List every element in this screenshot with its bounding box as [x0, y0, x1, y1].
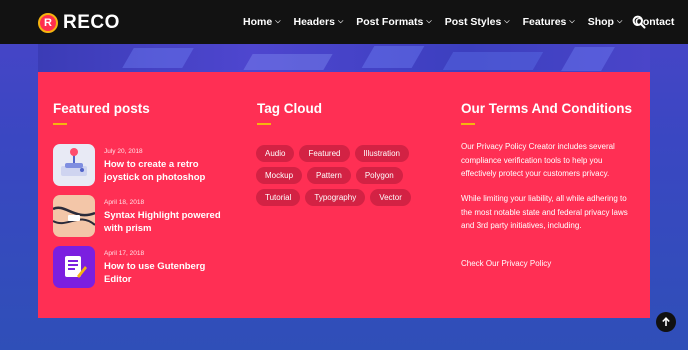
post-title-link[interactable]: Syntax Highlight powered with prism	[104, 209, 229, 235]
nav-label: Shop	[587, 16, 614, 28]
site-logo[interactable]: R RECO	[38, 12, 120, 34]
post-title-link[interactable]: How to use Gutenberg Editor	[104, 260, 229, 286]
tag-link[interactable]: Illustration	[354, 145, 409, 162]
title-underline	[257, 123, 271, 125]
chevron-down-icon: ⌵	[569, 18, 575, 25]
terms-paragraph: Our Privacy Policy Creator includes seve…	[461, 142, 615, 178]
tag-link[interactable]: Audio	[256, 145, 295, 162]
nav-label: Headers	[293, 16, 335, 28]
tag-cloud: Audio Featured Illustration Mockup Patte…	[256, 145, 436, 211]
tag-link[interactable]: Pattern	[307, 167, 351, 184]
tag-link[interactable]: Vector	[370, 189, 411, 206]
terms-title: Our Terms And Conditions	[461, 101, 632, 116]
nav-item-home[interactable]: Home ⌵	[243, 16, 281, 28]
editor-thumbnail[interactable]	[53, 246, 95, 288]
nav-label: Post Formats	[356, 16, 424, 28]
tag-link[interactable]: Featured	[299, 145, 350, 162]
nav-item-post-styles[interactable]: Post Styles ⌵	[445, 16, 510, 28]
footer-widgets: Featured posts July 20, 2018 How to crea…	[38, 72, 650, 318]
chevron-down-icon: ⌵	[426, 18, 432, 25]
chevron-down-icon: ⌵	[275, 18, 281, 25]
nav-item-shop[interactable]: Shop ⌵	[588, 16, 623, 28]
nav-label: Home	[243, 16, 273, 28]
chevron-down-icon: ⌵	[616, 18, 623, 25]
nav-item-features[interactable]: Features ⌵	[523, 16, 575, 28]
logo-text: RECO	[63, 12, 120, 33]
tag-cloud-title: Tag Cloud	[257, 101, 322, 116]
post-date: April 17, 2018	[104, 250, 145, 257]
post-date: July 20, 2018	[104, 148, 143, 155]
arrow-up-icon	[662, 317, 670, 326]
nav-item-post-formats[interactable]: Post Formats ⌵	[356, 16, 431, 28]
main-menu: Home ⌵ Headers ⌵ Post Formats ⌵ Post Styles…	[243, 0, 687, 44]
post-date: April 18, 2018	[104, 199, 145, 206]
featured-posts-title: Featured posts	[53, 101, 150, 116]
featured-post[interactable]: July 20, 2018 How to create a retro joys…	[53, 144, 229, 186]
logo-badge: R	[38, 13, 58, 33]
chevron-down-icon: ⌵	[504, 18, 510, 25]
privacy-policy-link[interactable]: Check Our Privacy Policy	[461, 259, 551, 268]
featured-post[interactable]: April 18, 2018 Syntax Highlight powered …	[53, 195, 229, 237]
tag-link[interactable]: Typography	[305, 189, 366, 206]
featured-post[interactable]: April 17, 2018 How to use Gutenberg Edit…	[53, 246, 229, 288]
title-underline	[53, 123, 67, 125]
tag-link[interactable]: Polygon	[355, 167, 403, 184]
search-icon[interactable]	[632, 15, 646, 29]
cable-thumbnail[interactable]	[53, 195, 95, 237]
joystick-thumbnail[interactable]	[53, 144, 95, 186]
hero-illustration	[38, 44, 650, 74]
nav-item-headers[interactable]: Headers ⌵	[294, 16, 344, 28]
post-title-link[interactable]: How to create a retro joystick on photos…	[104, 158, 229, 184]
title-underline	[461, 123, 475, 125]
chevron-down-icon: ⌵	[337, 18, 344, 25]
tag-link[interactable]: Tutorial	[256, 189, 301, 206]
back-to-top-button[interactable]	[656, 312, 676, 332]
tag-link[interactable]: Mockup	[256, 167, 303, 184]
nav-label: Features	[522, 16, 567, 28]
terms-paragraph: While limiting your liability, all while…	[461, 194, 628, 230]
nav-label: Post Styles	[444, 16, 502, 28]
top-navbar: R RECO Home ⌵ Headers ⌵ Post Formats ⌵ Post…	[0, 0, 688, 44]
